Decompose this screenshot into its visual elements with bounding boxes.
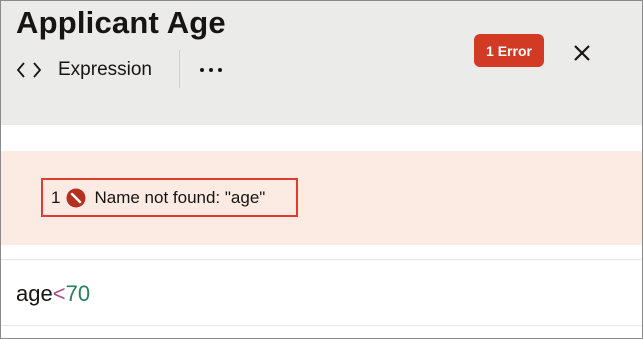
error-message-text: Name not found: "age": [94, 187, 266, 207]
error-message-item[interactable]: 1 Name not found: "age": [41, 178, 298, 217]
expression-label: Expression: [58, 59, 152, 80]
error-count-badge[interactable]: 1 Error: [474, 34, 544, 67]
editor-top-border: [1, 259, 642, 260]
more-horizontal-icon: [200, 68, 204, 72]
code-brackets-icon: [16, 62, 42, 78]
error-index: 1: [51, 187, 61, 207]
code-token-operator: <: [52, 281, 66, 306]
page-title: Applicant Age: [16, 5, 226, 40]
expression-panel: Applicant Age Expression 1 Error 1 Name …: [0, 0, 643, 339]
expression-mode-toggle[interactable]: Expression: [16, 55, 152, 85]
error-circle-icon: [66, 188, 86, 207]
more-actions-button[interactable]: [193, 59, 229, 81]
code-token-identifier: age: [16, 281, 53, 306]
toolbar-divider: [179, 50, 180, 88]
code-token-number: 70: [65, 281, 91, 306]
expression-editor[interactable]: age<70: [16, 281, 90, 307]
editor-bottom-border: [1, 325, 642, 326]
panel-header: Applicant Age Expression 1 Error: [1, 1, 642, 125]
close-icon[interactable]: [570, 41, 594, 65]
